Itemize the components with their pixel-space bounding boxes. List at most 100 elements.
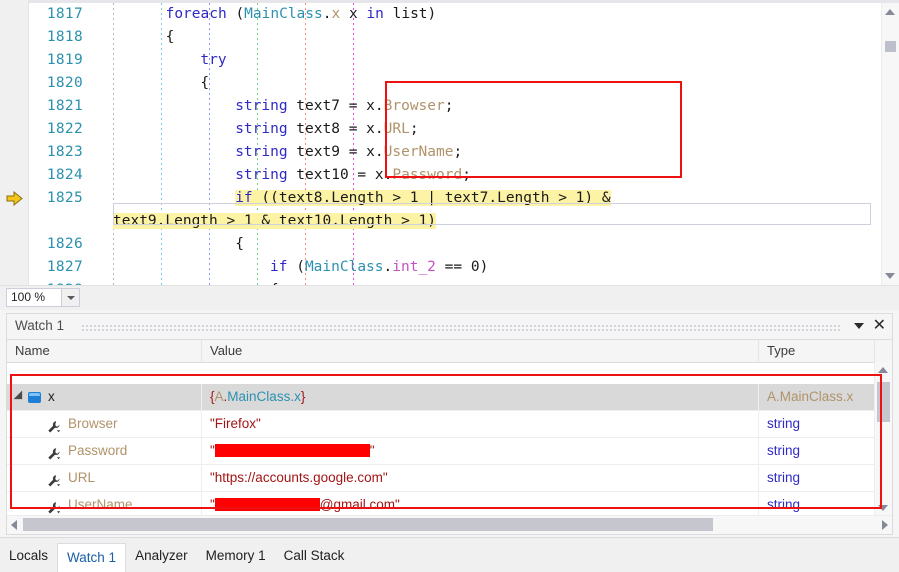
watch-panel-title: Watch 1 — [15, 318, 65, 333]
watch-cell-name[interactable]: UserName — [7, 492, 202, 516]
panel-menu-chevron-down-icon[interactable] — [854, 323, 864, 329]
watch-variable-name: Password — [68, 443, 128, 458]
column-header-value[interactable]: Value — [202, 340, 759, 362]
zoom-level-value[interactable]: 100 % — [7, 289, 61, 306]
editor-vertical-scrollbar[interactable] — [881, 3, 899, 285]
value-text: } — [300, 389, 306, 404]
scroll-down-arrow-icon[interactable] — [885, 273, 895, 279]
code-text: string text8 = x.URL; — [235, 121, 419, 137]
watch-grid-header: Name Value Type — [7, 339, 892, 363]
line-number: 1817 — [46, 6, 83, 22]
watch-scroll-down-arrow-icon[interactable] — [878, 505, 888, 511]
code-line[interactable]: 1824 string text10 = x.Password; — [0, 164, 899, 187]
watch-row[interactable]: UserName " @gmail.com" string — [7, 492, 892, 516]
watch-scroll-thumb[interactable] — [877, 382, 890, 422]
wrench-property-icon — [47, 417, 61, 433]
code-line[interactable]: 1823 string text9 = x.UserName; — [0, 141, 899, 164]
tab-analyzer[interactable]: Analyzer — [126, 543, 197, 569]
watch-panel: Watch 1 ✕ Name Value Type x {A.MainClass.… — [6, 313, 893, 535]
redaction-bar — [214, 498, 320, 511]
watch-cell-name[interactable]: Browser — [7, 411, 202, 437]
watch-cell-name[interactable]: x — [7, 384, 202, 410]
watch-cell-type[interactable]: string — [759, 438, 875, 464]
current-statement-outline — [113, 203, 871, 225]
watch-scroll-left-arrow-icon[interactable] — [11, 520, 17, 530]
watch-cell-value[interactable]: " @gmail.com" — [202, 492, 759, 516]
watch-vertical-scrollbar[interactable] — [874, 362, 892, 516]
watch-cell-value[interactable]: "Firefox" — [202, 411, 759, 437]
code-line[interactable]: 1827 if (MainClass.int_2 == 0) — [0, 256, 899, 279]
watch-grid: Name Value Type x {A.MainClass.x} A.MainCl… — [7, 339, 892, 534]
code-lines-container[interactable]: 1817 foreach (MainClass.x x in list) 1818 {… — [0, 3, 899, 285]
watch-variable-name: URL — [68, 470, 96, 485]
line-number: 1820 — [46, 75, 83, 91]
watch-row[interactable]: Password " " string — [7, 438, 892, 465]
zoom-dropdown-chevron-down-icon[interactable] — [61, 289, 79, 306]
watch-variable-name: x — [48, 389, 55, 404]
watch-panel-header: Watch 1 ✕ — [7, 314, 892, 339]
code-text: { — [165, 29, 175, 45]
value-text: MainClass.x — [227, 389, 301, 404]
debugger-tab-bar[interactable]: Locals Watch 1 Analyzer Memory 1 Call Stack — [0, 537, 899, 572]
watch-hscroll-thumb[interactable] — [23, 518, 713, 531]
code-line[interactable]: 1821 string text7 = x.Browser; — [0, 95, 899, 118]
line-number: 1818 — [46, 29, 83, 45]
watch-scroll-right-arrow-icon[interactable] — [882, 520, 888, 530]
watch-cell-type[interactable]: A.MainClass.x — [759, 384, 875, 410]
close-icon[interactable]: ✕ — [873, 316, 886, 336]
editor-status-row: 100 % — [0, 285, 899, 310]
wrench-property-icon — [47, 471, 61, 487]
watch-scroll-up-arrow-icon[interactable] — [878, 367, 888, 373]
value-text: "https://accounts.google.com" — [210, 470, 388, 485]
tab-watch-1[interactable]: Watch 1 — [57, 543, 127, 572]
watch-row[interactable]: Browser "Firefox" string — [7, 411, 892, 438]
expander-triangle-icon[interactable] — [13, 390, 27, 404]
line-number: 1819 — [46, 52, 83, 68]
watch-cell-type[interactable]: string — [759, 492, 875, 516]
line-number: 1826 — [46, 236, 83, 252]
line-number: 1824 — [46, 167, 83, 183]
scroll-up-arrow-icon[interactable] — [885, 9, 895, 15]
column-header-type[interactable]: Type — [759, 340, 875, 362]
code-line[interactable]: 1819 try — [0, 49, 899, 72]
value-text: @gmail.com" — [319, 497, 400, 512]
watch-cell-name[interactable]: Password — [7, 438, 202, 464]
watch-row[interactable]: x {A.MainClass.x} A.MainClass.x — [7, 384, 892, 411]
panel-drag-handle[interactable] — [81, 324, 842, 332]
tab-memory-1[interactable]: Memory 1 — [197, 543, 275, 569]
code-text: { — [200, 75, 210, 91]
wrench-property-icon — [47, 498, 61, 514]
watch-cell-value[interactable]: {A.MainClass.x} — [202, 384, 759, 410]
watch-cell-value[interactable]: " " — [202, 438, 759, 464]
redaction-bar — [214, 444, 370, 457]
line-number: 1821 — [46, 98, 83, 114]
watch-cell-type[interactable]: string — [759, 411, 875, 437]
watch-rows-container[interactable]: x {A.MainClass.x} A.MainClass.x Browser "Fir… — [7, 384, 892, 516]
code-line[interactable]: 1822 string text8 = x.URL; — [0, 118, 899, 141]
editor-scroll-thumb[interactable] — [885, 41, 896, 52]
line-number: 1822 — [46, 121, 83, 137]
code-text: if (MainClass.int_2 == 0) — [270, 259, 489, 275]
code-line[interactable]: 1826 { — [0, 233, 899, 256]
code-text: string text9 = x.UserName; — [235, 144, 463, 160]
value-text: " — [369, 443, 375, 458]
watch-cell-type[interactable]: string — [759, 465, 875, 491]
code-line[interactable]: 1817 foreach (MainClass.x x in list) — [0, 3, 899, 26]
code-text: string text10 = x.Password; — [235, 167, 471, 183]
watch-variable-name: Browser — [68, 416, 118, 431]
object-cube-icon — [28, 391, 41, 403]
watch-cell-name[interactable]: URL — [7, 465, 202, 491]
code-text: string text7 = x.Browser; — [235, 98, 454, 114]
watch-row[interactable]: URL "https://accounts.google.com" string — [7, 465, 892, 492]
code-line[interactable]: 1820 { — [0, 72, 899, 95]
watch-cell-value[interactable]: "https://accounts.google.com" — [202, 465, 759, 491]
execution-pointer-arrow-icon — [6, 190, 23, 207]
code-editor[interactable]: 1817 foreach (MainClass.x x in list) 1818 {… — [0, 0, 899, 285]
tab-locals[interactable]: Locals — [0, 543, 57, 569]
column-header-name[interactable]: Name — [7, 340, 202, 362]
tab-call-stack[interactable]: Call Stack — [275, 543, 354, 569]
code-line[interactable]: 1818 { — [0, 26, 899, 49]
watch-horizontal-scrollbar[interactable] — [7, 515, 892, 534]
zoom-combobox[interactable]: 100 % — [6, 288, 80, 307]
value-text: A — [214, 389, 224, 404]
